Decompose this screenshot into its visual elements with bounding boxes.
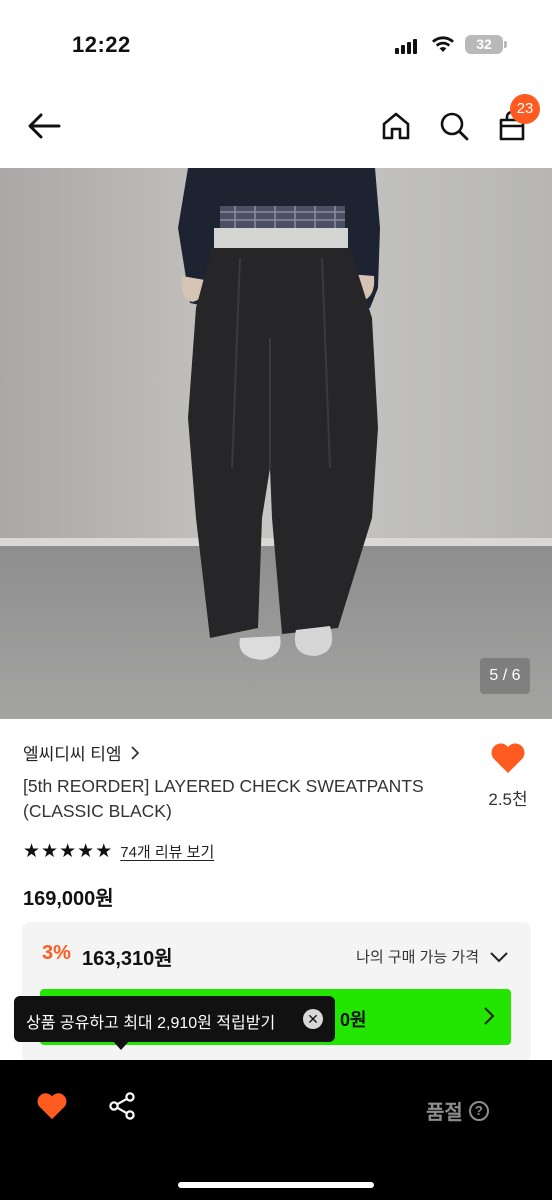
my-price-label: 나의 구매 가능 가격 (356, 949, 479, 966)
my-price-toggle[interactable]: 나의 구매 가능 가격 (356, 946, 509, 967)
sold-out-status: 품절 ? (426, 1096, 489, 1125)
cellular-signal-icon (395, 38, 421, 54)
original-price: 169,000원 (23, 888, 114, 910)
like-count: 2.5천 (488, 790, 528, 809)
top-nav (0, 90, 552, 168)
home-indicator (178, 1182, 374, 1188)
wishlist-button[interactable] (36, 1092, 68, 1125)
sale-price: 163,310원 (82, 948, 173, 970)
star-icon: ★ (95, 840, 113, 862)
star-icon: ★ (41, 840, 59, 862)
product-photo-illustration (0, 168, 552, 719)
arrow-left-icon (28, 113, 61, 139)
back-button[interactable] (26, 108, 62, 144)
wifi-icon (431, 35, 455, 58)
tooltip-arrow (112, 1040, 130, 1050)
brand-link[interactable]: 엘씨디씨 티엠 (23, 740, 140, 765)
heart-icon (37, 1093, 67, 1120)
home-button[interactable] (378, 108, 414, 144)
search-icon (440, 112, 469, 141)
tooltip-text: 상품 공유하고 최대 2,910원 적립받기 (26, 1015, 276, 1032)
share-button[interactable] (108, 1092, 136, 1125)
product-title: [5th REORDER] LAYERED CHECK SWEATPANTS (… (23, 776, 424, 821)
chevron-down-icon (490, 951, 508, 962)
brand-name: 엘씨디씨 티엠 (23, 745, 122, 764)
cart-count-badge: 23 (510, 94, 540, 124)
share-reward-tooltip: 상품 공유하고 최대 2,910원 적립받기 ✕ (14, 996, 335, 1050)
coupon-button-text: 0원 (340, 1010, 367, 1030)
home-icon (382, 112, 410, 140)
star-icon: ★ (77, 840, 95, 862)
like-button[interactable]: 2.5천 (480, 742, 536, 810)
close-icon[interactable]: ✕ (303, 1009, 323, 1029)
heart-icon (491, 743, 525, 773)
status-time: 12:22 (72, 32, 131, 57)
star-icon: ★ (23, 840, 41, 862)
review-link[interactable]: 74개 리뷰 보기 (120, 841, 214, 862)
battery-indicator: 32 (465, 35, 507, 54)
product-image[interactable] (0, 168, 552, 719)
rating-stars: ★ ★ ★ ★ ★ (23, 840, 113, 862)
star-icon: ★ (59, 840, 77, 862)
rating-row: ★ ★ ★ ★ ★ 74개 리뷰 보기 (23, 841, 214, 862)
status-bar: 12:22 32 (0, 0, 552, 90)
chevron-right-icon (130, 745, 139, 760)
discount-rate: 3% (42, 942, 71, 964)
chevron-right-icon (484, 1007, 495, 1025)
bottom-action-bar: 품절 ? (0, 1060, 552, 1200)
image-counter: 5 / 6 (480, 658, 530, 694)
help-icon[interactable]: ? (468, 1100, 489, 1121)
search-button[interactable] (436, 108, 472, 144)
share-icon (109, 1092, 135, 1120)
sold-out-label: 품절 (426, 1102, 463, 1124)
